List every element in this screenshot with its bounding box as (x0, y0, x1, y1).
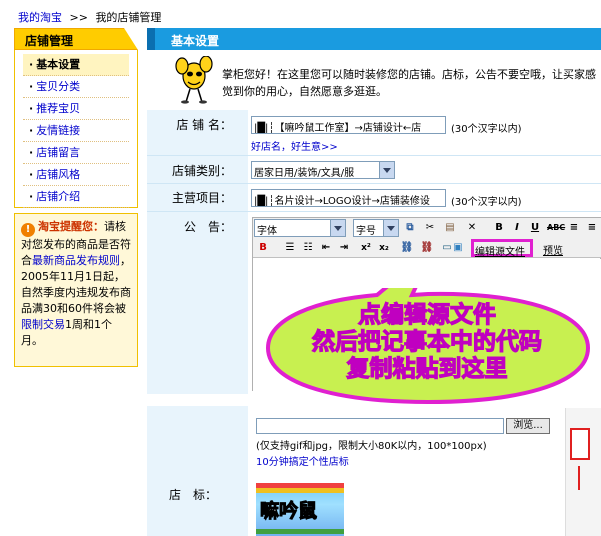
taobao-reminder-box: ! 淘宝提醒您：请核对您发布的商品是否符合最新商品发布规则，2005年11月1日起… (14, 213, 138, 367)
shop-logo-label: 店 标： (169, 488, 218, 502)
restricted-trade-link[interactable]: 限制交易 (21, 318, 65, 331)
sidebar-menu: 基本设置 宝贝分类 推荐宝贝 友情链接 店铺留言 店铺风格 店铺介绍 (14, 50, 138, 208)
text-color-icon[interactable]: B (255, 241, 271, 255)
shop-category-label: 店铺类别： (147, 156, 248, 183)
logo-file-input[interactable] (256, 418, 504, 434)
edit-source-button[interactable]: 编辑源文件 (471, 239, 533, 258)
main-business-limit-note: (30个汉字以内) (451, 197, 522, 208)
shop-logo-label-cell: 店 标： (147, 406, 248, 536)
logo-upload-hint: (仅支持gif和jpg，限制大小80K以内，100*100px) (256, 441, 487, 452)
shop-category-row: 店铺类别： 居家日用/装饰/文具/服 (147, 156, 601, 184)
sidebar-item-label[interactable]: 推荐宝贝 (36, 102, 80, 115)
warning-icon: ! (21, 223, 35, 237)
sidebar-item-basic-settings[interactable]: 基本设置 (23, 54, 129, 76)
copy-icon[interactable]: ⧉ (403, 221, 417, 235)
shop-logo-image: 嘛吟鼠 (256, 483, 344, 536)
announcement-label: 公 告： (147, 212, 248, 394)
sidebar-item-label: 基本设置 (36, 58, 81, 71)
align-left-icon[interactable]: ≡ (567, 221, 581, 235)
sidebar-item-item-categories[interactable]: 宝贝分类 (23, 76, 129, 98)
superscript-icon[interactable]: x² (359, 241, 373, 255)
sidebar-item-label[interactable]: 友情链接 (36, 124, 80, 137)
preview-link[interactable]: 预览 (543, 242, 563, 257)
subscript-icon[interactable]: x₂ (377, 241, 391, 255)
breadcrumb-root-link[interactable]: 我的淘宝 (18, 11, 62, 24)
shop-name-input[interactable]: |█|┆【嘛吟鼠工作室】→店铺设计←店 (251, 116, 446, 134)
editor-toolbar-top: 字体 字号 ⧉ ✂ ▤ ✕ B I U ABC ≡ ≡ (253, 218, 601, 238)
page-title: 基本设置 (147, 28, 601, 50)
sidebar-item-label[interactable]: 店铺留言 (36, 146, 80, 159)
editor-toolbar-bottom: B ☰ ☷ ⇤ ⇥ x² x₂ ⛓ ⛓ ▭ ▣ 编辑源文件 预览 (253, 238, 601, 258)
link-icon[interactable]: ⛓ (399, 241, 415, 255)
main-business-label: 主营项目： (147, 184, 248, 211)
sidebar-item-style[interactable]: 店铺风格 (23, 164, 129, 186)
callout-line-1: 点编辑源文件 (357, 301, 496, 328)
main-business-value-cell: |█|┆名片设计→LOGO设计→店铺装修设 (30个汉字以内) (251, 184, 601, 211)
breadcrumb: 我的淘宝 >> 我的店铺管理 (18, 9, 161, 25)
logo-text: 嘛吟鼠 (259, 500, 318, 523)
unlink-icon[interactable]: ⛓ (419, 241, 435, 255)
callout-line-3: 复制粘贴到这里 (346, 355, 508, 382)
paste-icon[interactable]: ▤ (443, 221, 457, 235)
ordered-list-icon[interactable]: ☰ (283, 241, 297, 255)
font-family-value: 字体 (257, 226, 277, 237)
main-business-input[interactable]: |█|┆名片设计→LOGO设计→店铺装修设 (251, 189, 446, 207)
logo-stripe-green (256, 529, 344, 534)
delete-icon[interactable]: ✕ (465, 221, 479, 235)
font-size-value: 字号 (356, 226, 376, 237)
chevron-down-icon[interactable] (379, 162, 394, 178)
sidebar-item-label[interactable]: 宝贝分类 (36, 80, 80, 93)
shop-name-value-cell: |█|┆【嘛吟鼠工作室】→店铺设计←店 (30个汉字以内) 好店名，好生意>> (251, 110, 601, 155)
callout-bubble: 点编辑源文件 然后把记事本中的代码 复制粘贴到这里 (262, 288, 592, 406)
chevron-down-icon[interactable] (330, 220, 345, 236)
outdent-icon[interactable]: ⇤ (319, 241, 333, 255)
intro-section: 掌柜您好！在这里您可以随时装修您的店铺。店标，公告不要空哦，让买家感觉到你的用心… (172, 52, 601, 108)
align-center-icon[interactable]: ≡ (585, 221, 599, 235)
indent-icon[interactable]: ⇥ (337, 241, 351, 255)
thumbnail-highlight (570, 428, 590, 460)
bold-icon[interactable]: B (493, 221, 505, 235)
browse-button[interactable]: 浏览... (506, 418, 550, 434)
shop-category-select[interactable]: 居家日用/装饰/文具/服 (251, 161, 395, 179)
reference-thumbnail (565, 408, 601, 536)
rules-link[interactable]: 最新商品发布规则 (32, 254, 120, 267)
shop-category-value-cell: 居家日用/装饰/文具/服 (251, 156, 601, 183)
breadcrumb-separator: >> (69, 11, 88, 24)
intro-text: 掌柜您好！在这里您可以随时装修您的店铺。店标，公告不要空哦，让买家感觉到你的用心… (222, 68, 596, 98)
font-size-select[interactable]: 字号 (353, 219, 399, 237)
italic-icon[interactable]: I (511, 221, 523, 235)
sidebar-item-recommended[interactable]: 推荐宝贝 (23, 98, 129, 120)
mascot-icon (175, 56, 213, 104)
logo-stripe-yellow (256, 488, 344, 493)
custom-logo-link[interactable]: 10分钟搞定个性店标 (256, 453, 349, 468)
image-icon[interactable]: ▣ (451, 241, 465, 255)
cut-icon[interactable]: ✂ (423, 221, 437, 235)
sidebar-title: 店铺管理 (14, 28, 138, 50)
font-family-select[interactable]: 字体 (254, 219, 346, 237)
shop-name-limit-note: (30个汉字以内) (451, 124, 522, 135)
callout-line-2: 然后把记事本中的代码 (311, 328, 542, 355)
header-tab-marker (147, 28, 155, 50)
callout-text: 点编辑源文件 然后把记事本中的代码 复制粘贴到这里 (262, 288, 592, 383)
good-name-link[interactable]: 好店名，好生意>> (251, 138, 338, 153)
sidebar-item-label[interactable]: 店铺风格 (36, 168, 80, 181)
underline-icon[interactable]: U (529, 221, 541, 235)
strikethrough-icon[interactable]: ABC (547, 221, 565, 235)
shop-name-row: 店 铺 名： |█|┆【嘛吟鼠工作室】→店铺设计←店 (30个汉字以内) 好店名… (147, 110, 601, 156)
sidebar-item-label[interactable]: 店铺介绍 (36, 190, 80, 203)
breadcrumb-current: 我的店铺管理 (95, 11, 162, 24)
shop-category-selected: 居家日用/装饰/文具/服 (254, 168, 355, 179)
unordered-list-icon[interactable]: ☷ (301, 241, 315, 255)
sidebar-item-introduction[interactable]: 店铺介绍 (23, 186, 129, 208)
reminder-title: 淘宝提醒您： (38, 220, 104, 233)
chevron-down-icon[interactable] (383, 220, 398, 236)
sidebar-item-messages[interactable]: 店铺留言 (23, 142, 129, 164)
shop-name-label: 店 铺 名： (147, 110, 248, 155)
main-business-row: 主营项目： |█|┆名片设计→LOGO设计→店铺装修设 (30个汉字以内) (147, 184, 601, 212)
sidebar-item-friend-links[interactable]: 友情链接 (23, 120, 129, 142)
thumbnail-arrow-icon (578, 466, 580, 490)
